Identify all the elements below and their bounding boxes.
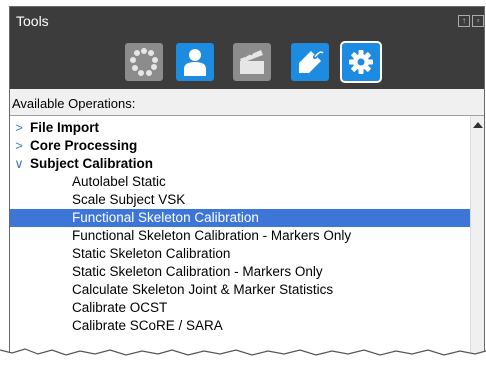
- operation-item[interactable]: Static Skeleton Calibration: [10, 245, 470, 263]
- circle-markers-icon: [130, 48, 158, 76]
- subject-tool-button[interactable]: [176, 43, 214, 81]
- operation-label: Static Skeleton Calibration: [72, 246, 231, 261]
- operation-item[interactable]: Functional Skeleton Calibration - Marker…: [10, 227, 470, 245]
- tools-panel: Tools ↑ ▫ Available Operations: > File I…: [9, 6, 485, 358]
- operation-item[interactable]: Calculate Skeleton Joint & Marker Statis…: [10, 281, 470, 299]
- category-core-processing[interactable]: > Core Processing: [10, 137, 470, 155]
- operation-item[interactable]: Autolabel Static: [10, 173, 470, 191]
- category-label: File Import: [30, 120, 100, 135]
- category-subject-calibration[interactable]: ∨ Subject Calibration: [10, 155, 470, 173]
- label-tool-button[interactable]: [291, 43, 329, 81]
- clapperboard-icon: [240, 48, 264, 74]
- close-panel-icon[interactable]: ▫: [472, 15, 484, 27]
- scroll-up-arrow-icon[interactable]: [473, 122, 483, 128]
- operation-item[interactable]: Static Skeleton Calibration - Markers On…: [10, 263, 470, 281]
- capture-tool-button[interactable]: [233, 43, 271, 81]
- gear-icon: [349, 50, 373, 74]
- operation-label: Functional Skeleton Calibration - Marker…: [72, 228, 352, 243]
- float-panel-icon[interactable]: ↑: [458, 15, 470, 27]
- operations-tree[interactable]: > File Import > Core Processing ∨ Subjec…: [10, 115, 484, 357]
- operation-label: Calculate Skeleton Joint & Marker Statis…: [72, 282, 334, 297]
- operation-item-selected[interactable]: Functional Skeleton Calibration: [10, 209, 470, 227]
- operation-item[interactable]: Calibrate OCST: [10, 299, 470, 317]
- collapse-arrow-icon[interactable]: ∨: [13, 155, 25, 173]
- vertical-scrollbar[interactable]: [470, 116, 484, 357]
- operation-item[interactable]: Calibrate SCoRE / SARA: [10, 317, 470, 335]
- category-file-import[interactable]: > File Import: [10, 119, 470, 137]
- processing-tool-button[interactable]: [340, 41, 382, 83]
- operation-label: Static Skeleton Calibration - Markers On…: [72, 264, 323, 279]
- expand-arrow-icon[interactable]: >: [13, 119, 25, 137]
- operation-label: Functional Skeleton Calibration: [72, 210, 259, 225]
- available-operations-label: Available Operations:: [10, 89, 484, 115]
- tag-icon: [299, 51, 324, 73]
- panel-title: Tools: [16, 13, 49, 29]
- person-icon: [184, 49, 206, 76]
- operation-label: Scale Subject VSK: [72, 192, 186, 207]
- expand-arrow-icon[interactable]: >: [13, 137, 25, 155]
- operation-item[interactable]: Scale Subject VSK: [10, 191, 470, 209]
- panel-titlebar: Tools ↑ ▫: [10, 7, 484, 89]
- markers-tool-button[interactable]: [125, 43, 163, 81]
- operation-label: Autolabel Static: [72, 174, 166, 189]
- torn-edge-decoration: [0, 348, 486, 367]
- operation-label: Calibrate SCoRE / SARA: [72, 318, 223, 333]
- category-label: Subject Calibration: [30, 156, 154, 171]
- category-label: Core Processing: [30, 138, 138, 153]
- operation-label: Calibrate OCST: [72, 300, 168, 315]
